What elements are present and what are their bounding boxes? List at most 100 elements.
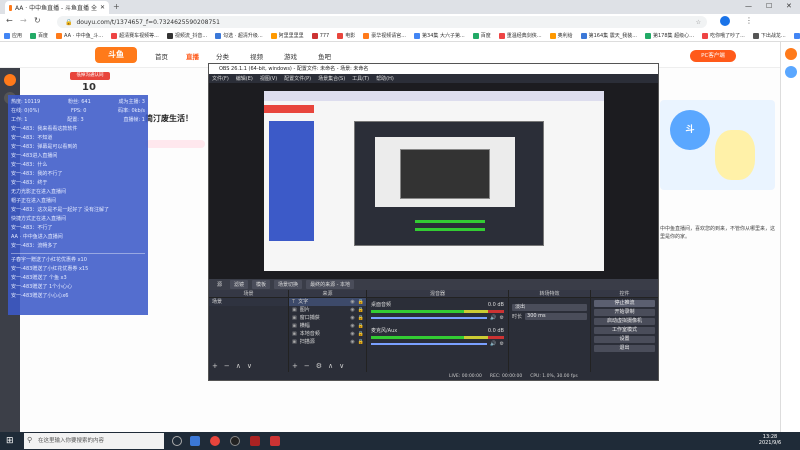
- source-item[interactable]: ▣ 横幅 ◉ 🔒: [289, 322, 366, 330]
- bookmark-item[interactable]: 777: [311, 32, 329, 39]
- speaker-icon[interactable]: 🔊: [490, 315, 496, 321]
- bookmark-item[interactable]: 第164集 震天_我装...: [580, 32, 637, 39]
- source-down-icon[interactable]: ∨: [339, 362, 344, 370]
- add-scene-icon[interactable]: +: [212, 362, 218, 370]
- maximize-icon[interactable]: ☐: [766, 2, 772, 10]
- duration-field[interactable]: 300 ms: [525, 313, 587, 320]
- source-item[interactable]: ▣ 扫描源 ◉ 🔒: [289, 338, 366, 346]
- bookmark-item[interactable]: 勾选 · 超清升级...: [215, 32, 263, 39]
- visibility-icon[interactable]: ◉: [350, 322, 354, 330]
- bookmark-item[interactable]: 下出战龙...: [752, 32, 786, 39]
- move-down-icon[interactable]: ∨: [247, 362, 252, 370]
- forward-icon[interactable]: →: [20, 16, 27, 25]
- star-icon[interactable]: ☆: [696, 19, 701, 26]
- scene-toolbar-item[interactable]: 源: [213, 280, 226, 289]
- reload-icon[interactable]: ↻: [34, 16, 41, 25]
- bookmark-item[interactable]: 超清赛车视频等...: [111, 32, 159, 39]
- taskbar-search[interactable]: 在这里输入你要搜索的内容: [24, 433, 164, 449]
- pc-client-button[interactable]: PC客户端: [690, 50, 736, 62]
- source-item[interactable]: ▣ 窗口捕获 ◉ 🔒: [289, 314, 366, 322]
- bookmark-item[interactable]: 重温经典剑侠...: [498, 32, 542, 39]
- scene-item[interactable]: 场景: [209, 298, 288, 306]
- scene-toolbar-item[interactable]: 模板: [252, 280, 271, 289]
- site-nav-5[interactable]: 鱼吧: [318, 51, 331, 61]
- bookmark-item[interactable]: 吃你哦了吵了...: [702, 32, 745, 39]
- track-settings-icon[interactable]: ⚙: [500, 315, 504, 321]
- visibility-icon[interactable]: ◉: [350, 338, 354, 346]
- bookmark-item[interactable]: AA · 中中鱼_斗...: [56, 32, 103, 39]
- site-nav-4[interactable]: 游戏: [284, 51, 297, 61]
- remove-source-icon[interactable]: −: [304, 362, 310, 370]
- bookmark-item[interactable]: 豪华视频请官...: [363, 32, 406, 39]
- obs-menu-item[interactable]: 配置文件(P): [284, 75, 311, 82]
- speaker-icon[interactable]: 🔊: [490, 341, 496, 347]
- right-promo-banner[interactable]: 斗: [660, 100, 775, 190]
- menu-dots-icon[interactable]: ⋮: [745, 16, 753, 25]
- site-nav-1[interactable]: 直播: [186, 51, 199, 61]
- scene-toolbar-item[interactable]: 滤镜: [230, 280, 249, 289]
- address-bar[interactable]: 🔒 douyu.com/t/1374657_f=0.73246255902087…: [57, 16, 707, 28]
- sidebar-heart-icon[interactable]: [4, 74, 16, 86]
- obs-preview[interactable]: [209, 83, 658, 279]
- bookmark-item[interactable]: 百度: [30, 32, 48, 39]
- site-nav-2[interactable]: 分类: [216, 51, 229, 61]
- app-icon[interactable]: [250, 436, 260, 446]
- bookmark-item[interactable]: 阅读列表: [793, 32, 800, 39]
- new-tab-icon[interactable]: +: [113, 2, 120, 11]
- obs-menu-item[interactable]: 场景集合(S): [318, 75, 345, 82]
- visibility-icon[interactable]: ◉: [350, 298, 354, 306]
- control-button[interactable]: 退出: [594, 345, 655, 352]
- obs-menu-item[interactable]: 视图(V): [260, 75, 277, 82]
- bookmark-item[interactable]: 第34集 大六子第...: [414, 32, 465, 39]
- obs-menu-item[interactable]: 工具(T): [352, 75, 369, 82]
- bookmark-item[interactable]: 视频流_抖音...: [166, 32, 207, 39]
- lock-icon[interactable]: 🔒: [358, 298, 364, 306]
- control-button[interactable]: 设置: [594, 336, 655, 343]
- obs-menu-item[interactable]: 文件(F): [212, 75, 229, 82]
- sidebar-gift-icon[interactable]: [785, 48, 797, 60]
- lock-icon[interactable]: 🔒: [358, 330, 364, 338]
- site-nav-0[interactable]: 首页: [155, 51, 168, 61]
- close-window-icon[interactable]: ✕: [786, 2, 792, 10]
- bookmark-item[interactable]: 奥利给: [549, 32, 573, 39]
- visibility-icon[interactable]: ◉: [350, 330, 354, 338]
- obs-icon[interactable]: [230, 436, 240, 446]
- bookmark-item[interactable]: 百度: [472, 32, 491, 39]
- lock-icon[interactable]: 🔒: [358, 322, 364, 330]
- control-button[interactable]: 工作室模式: [594, 327, 655, 334]
- lock-icon[interactable]: 🔒: [358, 338, 364, 346]
- lock-icon[interactable]: 🔒: [358, 306, 364, 314]
- control-button[interactable]: 启动虚拟摄像机: [594, 318, 655, 325]
- back-icon[interactable]: ←: [6, 16, 13, 25]
- track-settings-icon[interactable]: ⚙: [500, 341, 504, 347]
- bookmark-item[interactable]: 电影: [337, 32, 355, 39]
- visibility-icon[interactable]: ◉: [350, 306, 354, 314]
- visibility-icon[interactable]: ◉: [350, 314, 354, 322]
- bookmark-item[interactable]: 阿里里里里: [270, 32, 304, 39]
- source-up-icon[interactable]: ∧: [328, 362, 333, 370]
- volume-slider[interactable]: [371, 317, 488, 319]
- source-item[interactable]: ▣ 图片 ◉ 🔒: [289, 306, 366, 314]
- obs-menu-item[interactable]: 帮助(H): [376, 75, 394, 82]
- control-button[interactable]: 停止推流: [594, 300, 655, 307]
- add-source-icon[interactable]: +: [292, 362, 298, 370]
- profile-avatar[interactable]: [720, 16, 730, 26]
- sidebar-task-icon[interactable]: [785, 66, 797, 78]
- close-tab-icon[interactable]: ✕: [100, 4, 105, 11]
- volume-slider[interactable]: [371, 343, 488, 345]
- scene-toolbar-item[interactable]: 场景切换: [274, 280, 303, 289]
- scene-toolbar-item[interactable]: 最终的来源 - 本地: [306, 280, 355, 289]
- bookmark-item[interactable]: 第178集 超级心…: [644, 32, 694, 39]
- remove-scene-icon[interactable]: −: [224, 362, 230, 370]
- source-settings-icon[interactable]: ⚙: [316, 362, 322, 370]
- app-icon-2[interactable]: [270, 436, 280, 446]
- task-view-icon[interactable]: [172, 436, 182, 446]
- bookmark-item[interactable]: 应用: [4, 32, 22, 39]
- obs-menu-item[interactable]: 编辑(E): [236, 75, 253, 82]
- move-up-icon[interactable]: ∧: [236, 362, 241, 370]
- transition-select[interactable]: 淡出: [512, 304, 587, 311]
- lock-icon[interactable]: 🔒: [358, 314, 364, 322]
- site-nav-3[interactable]: 视频: [250, 51, 263, 61]
- control-button[interactable]: 开始录制: [594, 309, 655, 316]
- douyu-logo[interactable]: 斗鱼: [95, 47, 137, 63]
